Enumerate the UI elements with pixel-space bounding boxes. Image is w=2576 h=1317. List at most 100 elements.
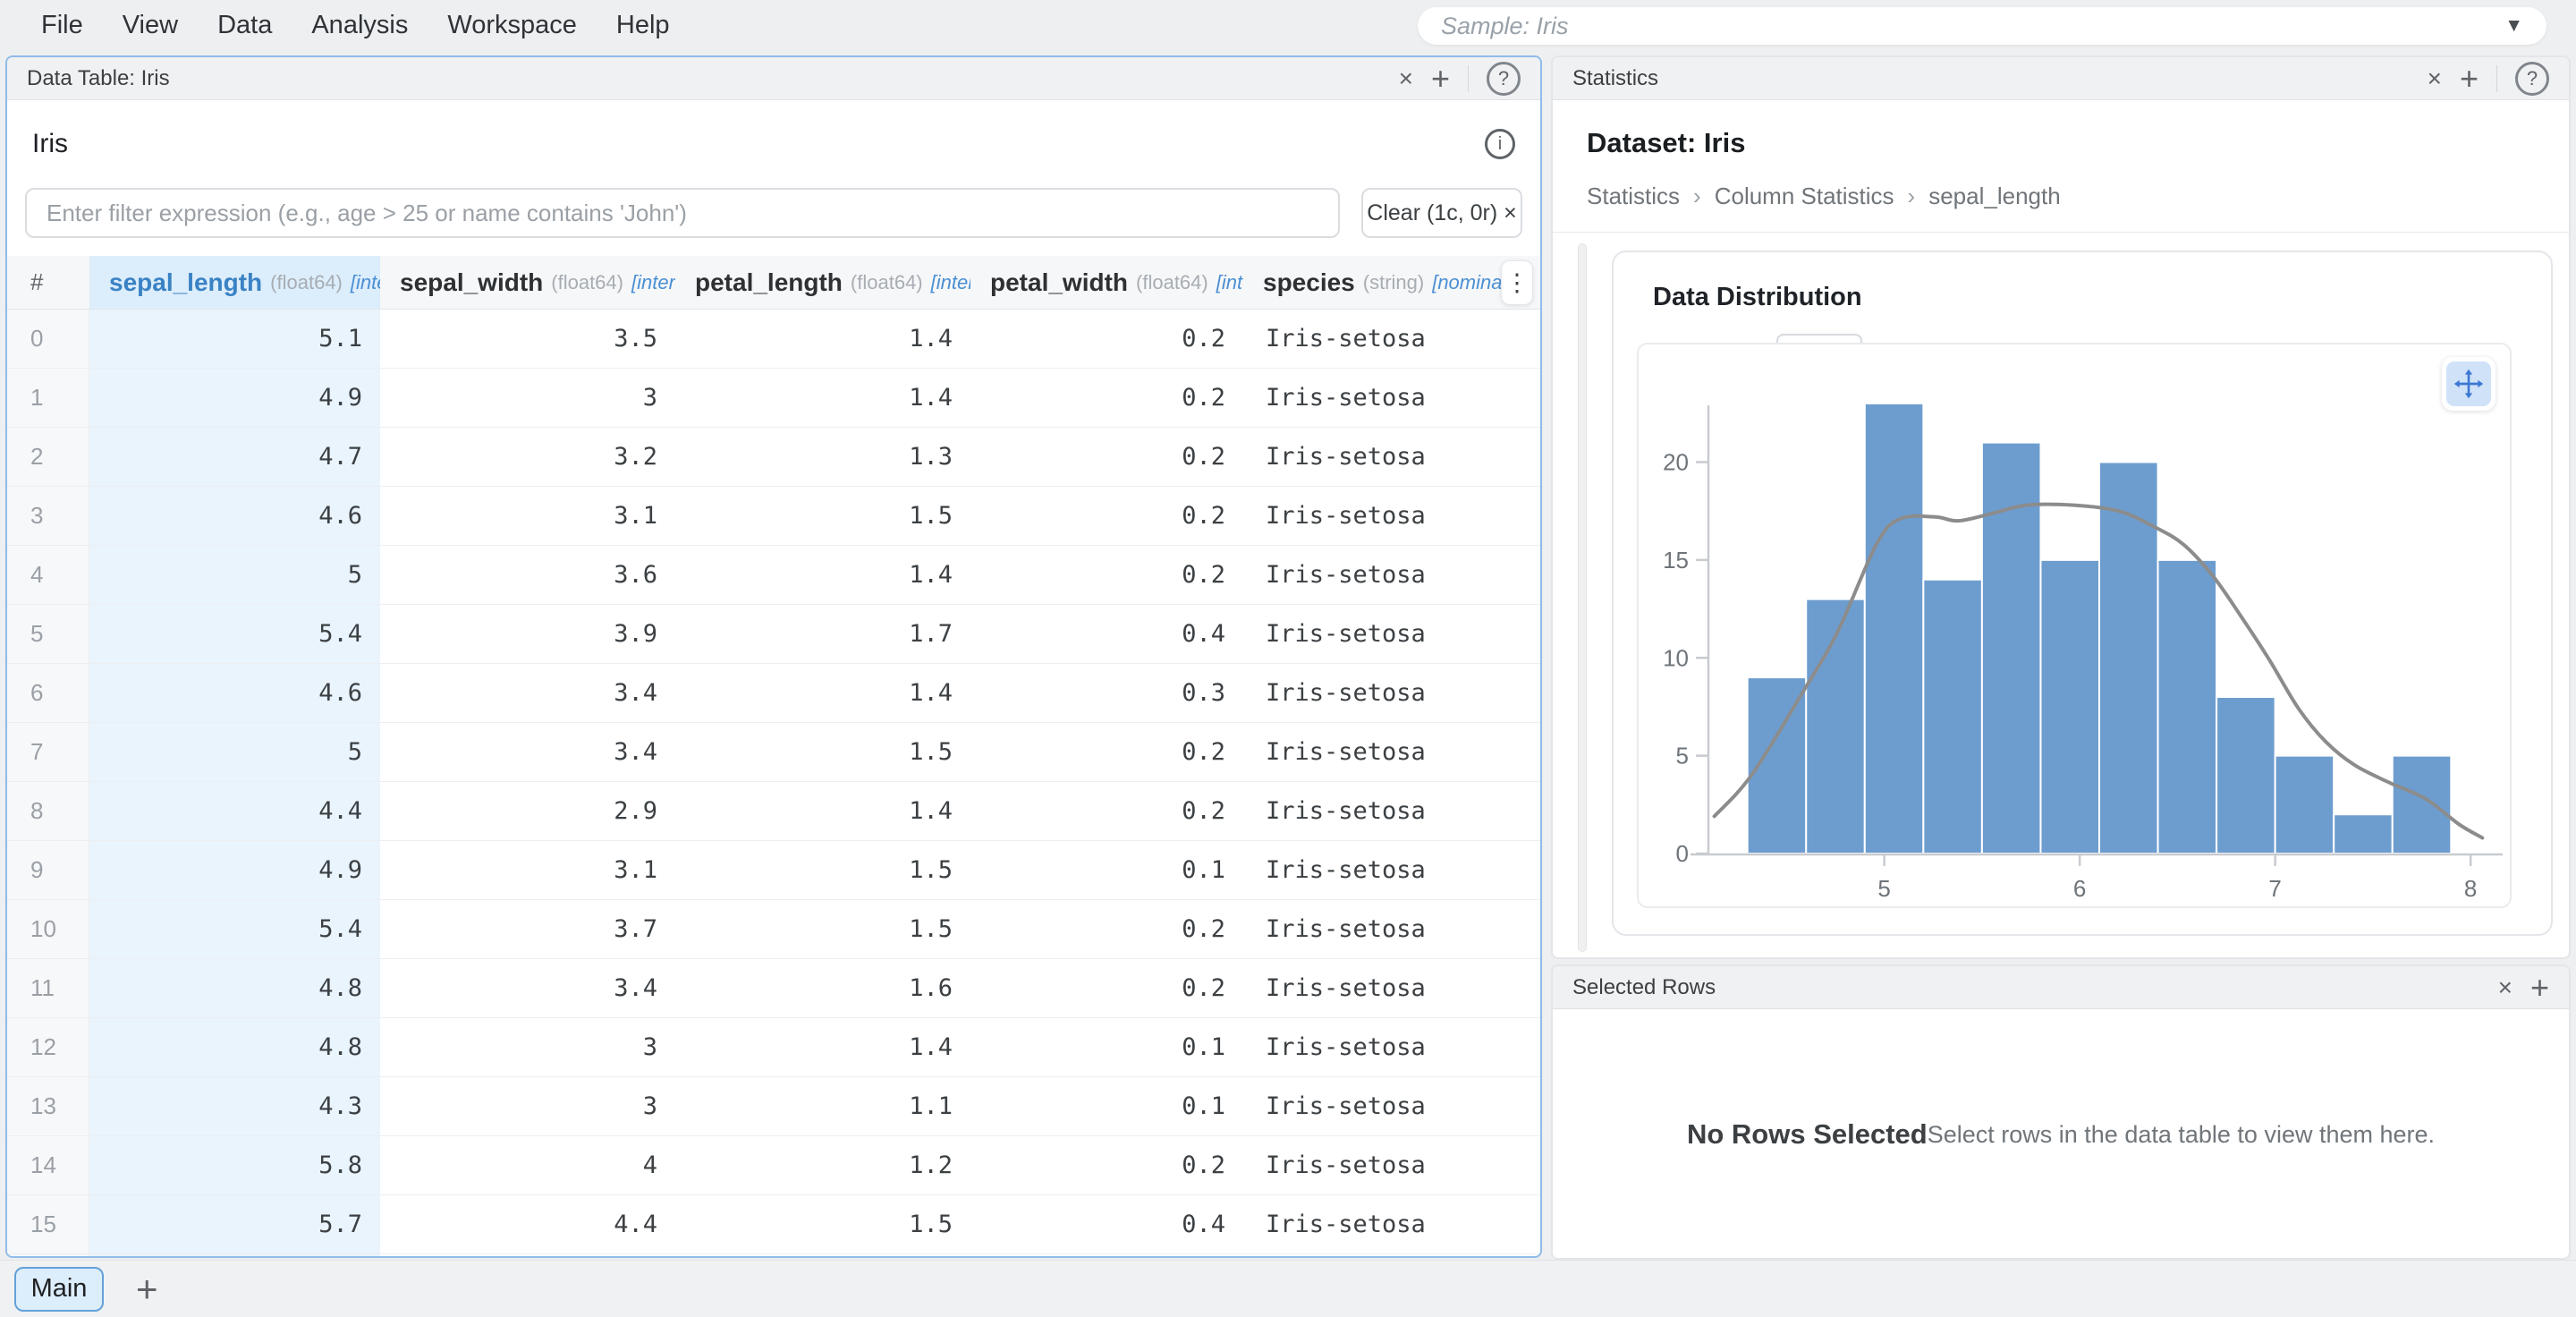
table-row[interactable]: 453.61.40.2Iris-setosa [7,546,1540,605]
table-row[interactable]: 84.42.91.40.2Iris-setosa [7,782,1540,841]
column-header-species[interactable]: species(string)[nominal] [1243,256,1540,309]
empty-state-title: No Rows Selected [1687,1118,1928,1151]
table-row[interactable]: 34.63.11.50.2Iris-setosa [7,487,1540,546]
close-icon[interactable]: × [1399,66,1413,91]
table-cell: 4 [380,1136,675,1194]
table-cell: 1.3 [675,1254,970,1258]
filter-expression-input[interactable] [25,188,1340,238]
table-cell: 5 [89,723,380,781]
table-row[interactable]: 64.63.41.40.3Iris-setosa [7,664,1540,723]
table-row[interactable]: 753.41.50.2Iris-setosa [7,723,1540,782]
svg-text:8: 8 [2464,875,2477,902]
menu-item-data[interactable]: Data [217,11,272,40]
add-panel-icon[interactable]: + [2530,972,2549,1004]
table-cell: 4.7 [89,428,380,486]
selected-rows-panel: Selected Rows × + No Rows SelectedSelect… [1551,964,2571,1260]
statistics-scroll-area: Data Distribution Bin count: Show densit… [1553,233,2569,959]
help-icon[interactable]: ? [2515,62,2549,96]
add-panel-icon[interactable]: + [1431,63,1450,95]
pan-tool-button[interactable] [2442,357,2496,411]
menu-item-workspace[interactable]: Workspace [447,11,577,40]
distribution-chart: 051015205678 [1639,344,2510,906]
scrollbar[interactable] [1578,243,1587,952]
clear-filter-button[interactable]: Clear (1c, 0r) × [1361,188,1522,238]
column-menu-kebab-icon[interactable]: ⋮ [1501,260,1533,305]
panel-title: Statistics [1572,66,1658,91]
sample-dataset-select[interactable]: Sample: Iris ▼ [1418,7,2546,45]
statistics-panel: Statistics × + ? Dataset: Iris Statistic… [1551,55,2571,959]
table-row[interactable]: 24.73.21.30.2Iris-setosa [7,428,1540,487]
svg-text:20: 20 [1663,449,1689,476]
divider [2496,65,2497,92]
table-cell: Iris-setosa [1243,782,1540,840]
table-cell: 3 [380,1018,675,1076]
menu-item-help[interactable]: Help [616,11,670,40]
column-role: [interval] [931,271,970,294]
table-row[interactable]: 05.13.51.40.2Iris-setosa [7,310,1540,369]
column-role: [interval] [351,271,380,294]
column-header-petal_width[interactable]: petal_width(float64)[interval]↕ [970,256,1243,309]
table-row[interactable]: 114.83.41.60.2Iris-setosa [7,959,1540,1018]
table-cell: 5.8 [89,1136,380,1194]
menu-item-file[interactable]: File [41,11,83,40]
table-cell: Iris-setosa [1243,546,1540,604]
breadcrumb-item-sepal_length[interactable]: sepal_length [1928,183,2060,210]
table-cell: 4.4 [89,782,380,840]
column-dtype: (float64) [851,271,923,294]
table-cell: 0.2 [970,369,1243,427]
row-index-cell: 12 [7,1018,89,1076]
breadcrumb-item-column-statistics[interactable]: Column Statistics [1715,183,1894,210]
table-cell: Iris-setosa [1243,310,1540,368]
table-row[interactable]: 124.831.40.1Iris-setosa [7,1018,1540,1077]
chevron-down-icon: ▼ [2504,15,2523,37]
column-header-sepal_length[interactable]: sepal_length(float64)[interval] [89,256,380,309]
column-name: petal_length [695,268,843,297]
table-row[interactable]: 94.93.11.50.1Iris-setosa [7,841,1540,900]
table-cell: 1.4 [675,782,970,840]
table-cell: 1.7 [675,605,970,663]
table-row[interactable]: 14.931.40.2Iris-setosa [7,369,1540,428]
table-row[interactable]: 55.43.91.70.4Iris-setosa [7,605,1540,664]
help-icon[interactable]: ? [1487,62,1521,96]
close-icon[interactable]: × [2498,975,2512,1000]
table-cell: Iris-setosa [1243,841,1540,899]
table-cell: 0.2 [970,310,1243,368]
column-dtype: (float64) [551,271,623,294]
table-body: 05.13.51.40.2Iris-setosa14.931.40.2Iris-… [7,310,1540,1258]
breadcrumb-item-statistics[interactable]: Statistics [1587,183,1680,210]
table-cell: Iris-setosa [1243,487,1540,545]
tab-main[interactable]: Main [14,1267,104,1312]
menu-item-view[interactable]: View [123,11,178,40]
table-cell: 0.2 [970,959,1243,1017]
table-row[interactable]: 165.43.91.30.4Iris-setosa [7,1254,1540,1258]
selected-rows-empty-state: No Rows SelectedSelect rows in the data … [1553,1009,2569,1260]
svg-text:6: 6 [2073,875,2086,902]
table-cell: 1.3 [675,428,970,486]
table-cell: 0.1 [970,1018,1243,1076]
table-row[interactable]: 145.841.20.2Iris-setosa [7,1136,1540,1195]
table-cell: Iris-setosa [1243,1195,1540,1253]
panel-title: Selected Rows [1572,975,1716,1000]
table-cell: Iris-setosa [1243,900,1540,958]
add-panel-icon[interactable]: + [2460,63,2479,95]
column-header-petal_length[interactable]: petal_length (float64) [interval] [675,256,970,309]
breadcrumb-separator: › [1908,183,1916,210]
close-icon[interactable]: × [2428,66,2442,91]
add-tab-button[interactable]: + [136,1270,158,1308]
index-column-header: # [7,256,89,309]
column-header-sepal_width[interactable]: sepal_width(float64)[interval]↕ [380,256,675,309]
menu-item-analysis[interactable]: Analysis [311,11,408,40]
row-index-cell: 9 [7,841,89,899]
table-row[interactable]: 105.43.71.50.2Iris-setosa [7,900,1540,959]
row-index-cell: 1 [7,369,89,427]
table-cell: 1.4 [675,546,970,604]
table-row[interactable]: 155.74.41.50.4Iris-setosa [7,1195,1540,1254]
menu-bar: File View Data Analysis Workspace Help Sample… [0,0,2576,50]
table-cell: Iris-setosa [1243,1254,1540,1258]
table-header-row: #sepal_length(float64)[interval]sepal_wi… [7,256,1540,310]
info-icon[interactable]: i [1485,129,1515,159]
table-cell: 5.7 [89,1195,380,1253]
table-row[interactable]: 134.331.10.1Iris-setosa [7,1077,1540,1136]
table-cell: 4.4 [380,1195,675,1253]
row-index-cell: 15 [7,1195,89,1253]
